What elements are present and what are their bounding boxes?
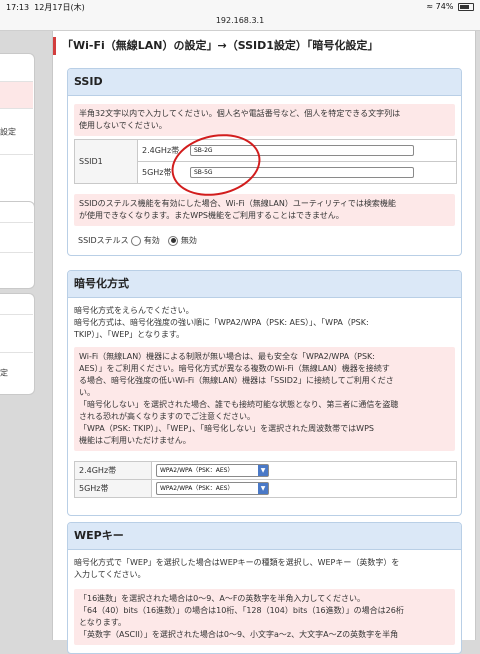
sidebar-group-3: 定 — [0, 293, 35, 395]
sidebar-item-1[interactable] — [0, 54, 33, 81]
stealth-off-label[interactable]: 無効 — [181, 236, 197, 245]
sidebar-group-2 — [0, 201, 35, 289]
sidebar-item-3[interactable]: 設定 — [0, 108, 33, 155]
sidebar-item-8[interactable]: 定 — [0, 352, 33, 393]
status-time: 17:13 12月17日(木) — [6, 3, 85, 12]
main-panel: 「Wi-Fi（無線LAN）の設定」→（SSID1設定）「暗号化設定」 SSID … — [52, 31, 476, 654]
encryption-table: 2.4GHz帯 WPA2/WPA（PSK：AES） ▼ 5GHz帯 WPA2/W… — [74, 461, 457, 498]
encryption-section-header: 暗号化方式 — [68, 271, 461, 298]
encryption-warning: Wi-Fi（無線LAN）機器による制限が無い場合は、最も安全な「WPA2/WPA… — [74, 347, 455, 451]
sidebar-item-4[interactable] — [0, 154, 33, 182]
enc-5ghz-value: WPA2/WPA（PSK：AES） — [160, 485, 234, 492]
chevron-down-icon: ▼ — [258, 465, 268, 476]
status-right: ≈ 74% — [426, 2, 474, 11]
stealth-on-radio[interactable] — [131, 235, 142, 246]
page-title: 「Wi-Fi（無線LAN）の設定」→（SSID1設定）「暗号化設定」 — [53, 37, 480, 55]
ios-status-bar: 17:13 12月17日(木) ≈ 74% — [0, 0, 480, 14]
band-24-label: 2.4GHz帯 — [137, 139, 186, 162]
battery-icon — [458, 2, 474, 11]
stealth-note: SSIDのステルス機能を有効にした場合、Wi-Fi（無線LAN）ユーティリティで… — [74, 194, 455, 226]
sidebar-item-2-active[interactable] — [0, 81, 33, 109]
chevron-down-icon: ▼ — [258, 483, 268, 494]
url-text: 192.168.3.1 — [215, 16, 265, 25]
ssid1-label: SSID1 — [74, 139, 138, 184]
wep-note: 「16進数」を選択された場合は0～9、A～Fの英数字を半角入力してください。 「… — [74, 589, 455, 645]
wep-intro: 暗号化方式で「WEP」を選択した場合はWEPキーの種類を選択し、WEPキー（英数… — [74, 558, 400, 579]
ssid-table: SSID1 2.4GHz帯 5GHz帯 — [74, 139, 457, 184]
wep-section: WEPキー 暗号化方式で「WEP」を選択した場合はWEPキーの種類を選択し、WE… — [67, 522, 462, 654]
sidebar-item-5[interactable] — [0, 222, 33, 253]
stealth-off-radio[interactable] — [168, 235, 179, 246]
enc-band-5-label: 5GHz帯 — [74, 479, 152, 498]
stealth-on-label[interactable]: 有効 — [144, 236, 160, 245]
wep-section-header: WEPキー — [68, 523, 461, 550]
enc-24ghz-select[interactable]: WPA2/WPA（PSK：AES） ▼ — [156, 464, 269, 477]
encryption-intro: 暗号化方式をえらんでください。 暗号化方式は、暗号化強度の強い順に「WPA2/W… — [74, 306, 369, 339]
band-5-label: 5GHz帯 — [137, 161, 186, 184]
ssid-section: SSID 半角32文字以内で入力してください。個人名や電話番号など、個人を特定で… — [67, 68, 462, 256]
enc-band-24-label: 2.4GHz帯 — [74, 461, 152, 480]
battery-percent: 74% — [435, 2, 454, 11]
sidebar-group-1: 設定 — [0, 53, 35, 223]
stealth-label: SSIDステルス — [78, 236, 129, 245]
wifi-icon: ≈ — [426, 2, 434, 11]
ssid-24ghz-input[interactable] — [190, 145, 414, 156]
sidebar-item-7[interactable] — [0, 314, 33, 353]
enc-24ghz-value: WPA2/WPA（PSK：AES） — [160, 467, 234, 474]
stealth-row: SSIDステルス 有効 無効 — [78, 235, 197, 246]
encryption-section: 暗号化方式 暗号化方式をえらんでください。 暗号化方式は、暗号化強度の強い順に「… — [67, 270, 462, 516]
enc-5ghz-select[interactable]: WPA2/WPA（PSK：AES） ▼ — [156, 482, 269, 495]
ssid-5ghz-input[interactable] — [190, 167, 414, 178]
sidebar: 設定 定 — [0, 31, 35, 640]
ssid-section-header: SSID — [68, 69, 461, 96]
ssid-note: 半角32文字以内で入力してください。個人名や電話番号など、個人を特定できる文字列… — [74, 104, 455, 136]
address-bar[interactable]: 192.168.3.1 — [0, 14, 480, 31]
sidebar-item-6[interactable] — [0, 252, 33, 285]
